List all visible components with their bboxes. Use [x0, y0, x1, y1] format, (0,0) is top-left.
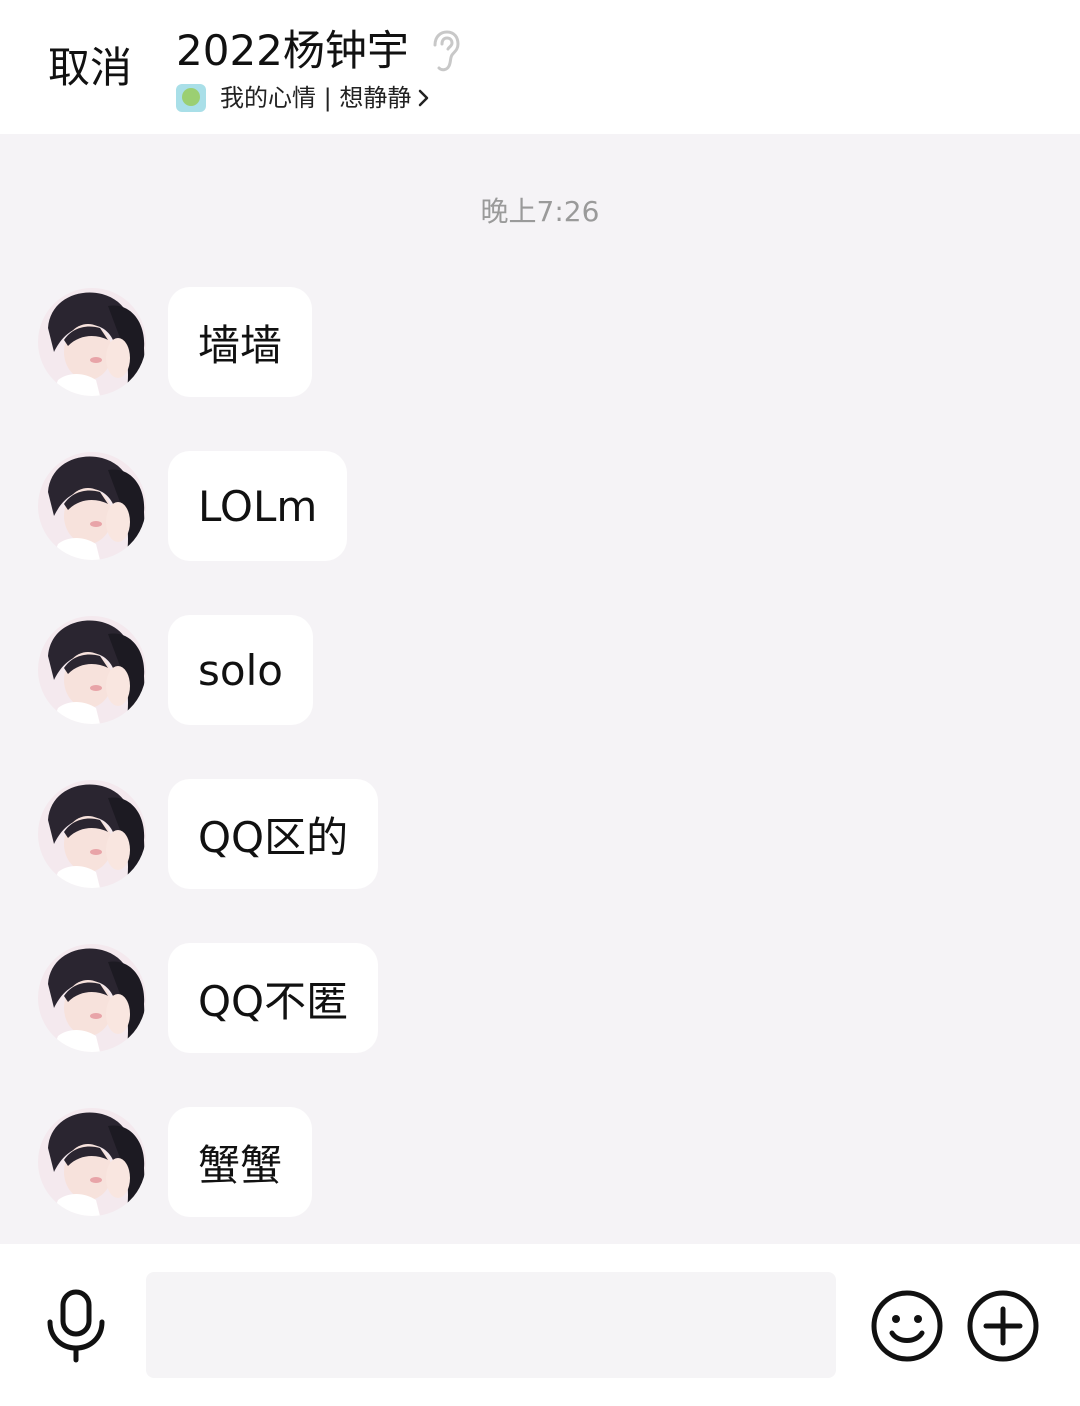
avatar[interactable]: [38, 780, 146, 888]
avatar[interactable]: [38, 616, 146, 724]
microphone-icon[interactable]: [44, 1288, 108, 1364]
chat-header: 取消 2022杨钟宇 我的心情 | 想静静: [0, 0, 1080, 134]
message-row: 蟹蟹: [38, 1106, 313, 1218]
message-bubble[interactable]: QQ不匿: [168, 943, 379, 1053]
message-timestamp: 晚上7:26: [480, 195, 600, 228]
avatar[interactable]: [38, 452, 146, 560]
chevron-right-icon: [419, 89, 429, 107]
avatar[interactable]: [38, 1108, 146, 1216]
input-bar: [0, 1244, 1080, 1406]
mood-status-icon: [176, 84, 206, 112]
smiley-icon[interactable]: [870, 1289, 944, 1363]
contact-title-row[interactable]: 2022杨钟宇: [176, 22, 461, 80]
message-bubble[interactable]: solo: [168, 615, 313, 725]
message-row: 墙墙: [38, 286, 313, 398]
message-bubble[interactable]: LOLm: [168, 451, 348, 561]
message-bubble[interactable]: QQ区的: [168, 779, 379, 889]
message-input[interactable]: [146, 1272, 836, 1378]
mood-status-text: 我的心情 | 想静静: [220, 84, 412, 112]
message-row: solo: [38, 614, 313, 726]
avatar[interactable]: [38, 288, 146, 396]
chat-screen: 取消 2022杨钟宇 我的心情 | 想静静 晚上7:26 墙墙 LOLm sol…: [0, 0, 1080, 1406]
contact-name: 2022杨钟宇: [176, 26, 409, 75]
message-row: QQ不匿: [38, 942, 379, 1054]
message-row: LOLm: [38, 450, 348, 562]
cancel-button[interactable]: 取消: [48, 40, 132, 96]
mood-status[interactable]: 我的心情 | 想静静: [176, 80, 431, 116]
message-bubble[interactable]: 墙墙: [168, 287, 313, 397]
plus-icon[interactable]: [966, 1289, 1040, 1363]
avatar[interactable]: [38, 944, 146, 1052]
message-row: QQ区的: [38, 778, 379, 890]
ear-icon: [433, 30, 460, 72]
message-bubble[interactable]: 蟹蟹: [168, 1107, 313, 1217]
